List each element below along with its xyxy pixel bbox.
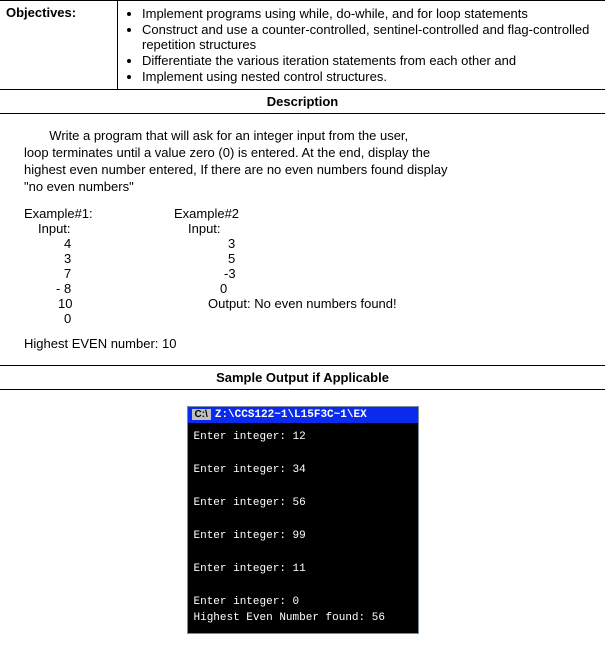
example1-result: Highest EVEN number: 10 — [24, 336, 581, 351]
sample-output-header: Sample Output if Applicable — [0, 365, 605, 389]
example1-num: - 8 — [24, 281, 206, 296]
example2-title: Example#2 — [174, 206, 581, 221]
terminal-sys-icon: C:\ — [192, 409, 211, 420]
terminal-line: Enter integer: 99 — [194, 530, 306, 542]
sample-output-body: C:\ Z:\CCS122~1\L15F3C~1\EX Enter integer… — [0, 389, 605, 650]
description-line: "no even numbers" — [24, 179, 581, 196]
examples-block: Example#1: Example#2 Input: Input: 4 3 3… — [6, 206, 599, 361]
terminal-title-path: Z:\CCS122~1\L15F3C~1\EX — [215, 409, 367, 421]
objectives-label: Objectives: — [0, 1, 118, 90]
terminal-titlebar: C:\ Z:\CCS122~1\L15F3C~1\EX — [188, 407, 418, 423]
example2-num: -3 — [214, 266, 581, 281]
example1-input-label: Input: — [24, 221, 188, 236]
objectives-list: Implement programs using while, do-while… — [124, 6, 599, 84]
terminal-line: Enter integer: 0 — [194, 596, 300, 608]
terminal-line: Enter integer: 12 — [194, 431, 306, 443]
example1-num: 0 — [24, 311, 214, 326]
objectives-cell: Implement programs using while, do-while… — [118, 1, 605, 90]
description-line: loop terminates until a value zero (0) i… — [24, 145, 581, 162]
example1-num: 3 — [24, 251, 214, 266]
objective-item: Implement programs using while, do-while… — [142, 6, 599, 21]
description-header: Description — [0, 90, 605, 114]
terminal-line: Enter integer: 56 — [194, 497, 306, 509]
description-body: Write a program that will ask for an int… — [0, 114, 605, 366]
document-table: Objectives: Implement programs using whi… — [0, 0, 605, 650]
objective-item: Implement using nested control structure… — [142, 69, 599, 84]
terminal-body: Enter integer: 12 Enter integer: 34 Ente… — [188, 423, 418, 633]
example1-num: 10 — [24, 296, 208, 311]
terminal-line: Enter integer: 11 — [194, 563, 306, 575]
terminal-line: Enter integer: 34 — [194, 464, 306, 476]
example1-num: 4 — [24, 236, 214, 251]
example2-result: Output: No even numbers found! — [208, 296, 581, 311]
example1-title: Example#1: — [24, 206, 174, 221]
example2-num: 3 — [214, 236, 581, 251]
description-line: Write a program that will ask for an int… — [24, 128, 581, 145]
terminal-window: C:\ Z:\CCS122~1\L15F3C~1\EX Enter integer… — [187, 406, 419, 634]
example1-num: 7 — [24, 266, 214, 281]
example2-num: 0 — [206, 281, 581, 296]
example2-num: 5 — [214, 251, 581, 266]
terminal-line: Highest Even Number found: 56 — [194, 612, 385, 624]
example2-input-label: Input: — [188, 221, 581, 236]
objective-item: Differentiate the various iteration stat… — [142, 53, 599, 68]
description-line: highest even number entered, If there ar… — [24, 162, 581, 179]
objective-item: Construct and use a counter-controlled, … — [142, 22, 599, 52]
